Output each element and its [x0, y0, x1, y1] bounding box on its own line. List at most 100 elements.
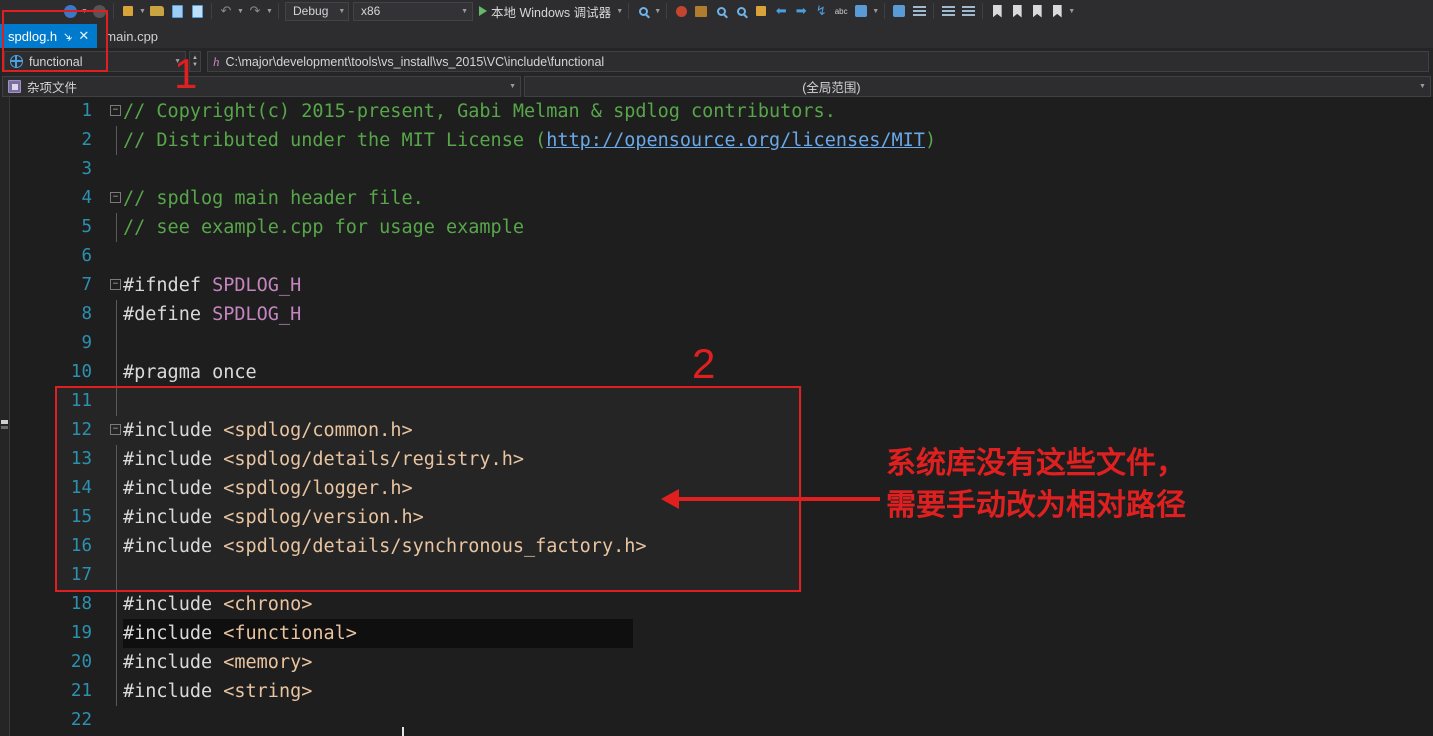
code-text: #ifndef SPDLOG_H [123, 271, 301, 300]
external-window-icon[interactable] [852, 2, 870, 20]
debug-target-icon[interactable] [692, 2, 710, 20]
code-lines-container[interactable]: 1−// Copyright(c) 2015-present, Gabi Mel… [0, 97, 1433, 736]
code-line[interactable]: 9 [0, 329, 1433, 358]
member-scope-combo[interactable]: (全局范围) ▼ [524, 75, 1431, 97]
code-token: <spdlog/details/synchronous_factory.h> [223, 536, 647, 557]
bookmark-icon[interactable] [988, 2, 1006, 20]
annotation-note: 系统库没有这些文件， 需要手动改为相对路径 [886, 446, 1186, 523]
exception-settings-icon[interactable]: ↯ [812, 2, 830, 20]
code-line[interactable]: 5 // see example.cpp for usage example [0, 213, 1433, 242]
code-token: // Copyright(c) 2015-present, Gabi Melma… [123, 101, 836, 122]
code-line[interactable]: 15 #include <spdlog/version.h> [0, 503, 1433, 532]
toolbar-overflow-icon[interactable]: ▼ [1067, 8, 1076, 15]
code-line[interactable]: 12 − #include <spdlog/common.h> [0, 416, 1433, 445]
code-text: #include <spdlog/version.h> [123, 503, 424, 532]
back-navigate-dropdown-icon[interactable]: ▼ [80, 8, 89, 15]
outdent-icon[interactable] [959, 2, 977, 20]
start-debugging-dropdown-icon[interactable]: ▼ [615, 8, 624, 15]
file-path-value: C:\major\development\tools\vs_install\vs… [225, 54, 605, 69]
code-line[interactable]: 18 #include <chrono> [0, 590, 1433, 619]
spell-check-icon[interactable]: abc [832, 2, 850, 20]
prev-bookmark-icon[interactable] [1008, 2, 1026, 20]
code-text: #include <spdlog/logger.h> [123, 474, 413, 503]
save-all-icon[interactable] [188, 2, 206, 20]
code-line[interactable]: 13 #include <spdlog/details/registry.h> [0, 445, 1433, 474]
solution-configuration-combo[interactable]: Debug ▼ [285, 1, 349, 21]
code-line[interactable]: 2 // Distributed under the MIT License (h… [0, 126, 1433, 155]
pin-icon[interactable]: ⇥ [60, 28, 76, 44]
code-token: #define [123, 304, 213, 325]
code-text: #pragma once [123, 358, 257, 387]
clear-bookmarks-icon[interactable] [1048, 2, 1066, 20]
toolbox-icon[interactable] [672, 2, 690, 20]
code-line[interactable]: 11 [0, 387, 1433, 416]
chevron-down-icon: ▼ [1419, 82, 1426, 90]
fold-guide-line [116, 387, 117, 416]
start-debugging-button[interactable]: 本地 Windows 调试器 [475, 2, 615, 21]
undo-dropdown-icon[interactable]: ▼ [236, 8, 245, 15]
forward-navigate-icon[interactable] [90, 2, 108, 20]
fold-collapse-icon[interactable]: − [110, 192, 121, 203]
code-line[interactable]: 3 [0, 155, 1433, 184]
step-forward-icon[interactable]: ➡ [792, 2, 810, 20]
comment-selection-icon[interactable] [890, 2, 908, 20]
file-path-field[interactable]: h C:\major\development\tools\vs_install\… [207, 51, 1429, 72]
code-token[interactable]: http://opensource.org/licenses/MIT [546, 130, 925, 151]
code-line[interactable]: 20 #include <memory> [0, 648, 1433, 677]
line-number: 4 [81, 188, 92, 208]
line-number: 11 [70, 391, 92, 411]
fold-guide-line [116, 648, 117, 677]
code-editor[interactable]: 1−// Copyright(c) 2015-present, Gabi Mel… [0, 97, 1433, 736]
tab-spdlog-h[interactable]: spdlog.h ⇥ ✕ [0, 24, 98, 48]
fold-guide-line [116, 126, 117, 155]
fold-collapse-icon[interactable]: − [110, 424, 121, 435]
uncomment-selection-icon[interactable] [910, 2, 928, 20]
code-line[interactable]: 19 #include <functional> [0, 619, 1433, 648]
line-number: 21 [70, 681, 92, 701]
code-line[interactable]: 10 #pragma once [0, 358, 1433, 387]
code-line[interactable]: 1 −// Copyright(c) 2015-present, Gabi Mel… [0, 97, 1433, 126]
project-selector-combo[interactable]: functional ▼ [4, 51, 186, 72]
fold-guide-line [116, 474, 117, 503]
fold-collapse-icon[interactable]: − [110, 105, 121, 116]
line-number: 5 [81, 217, 92, 237]
attach-process-dropdown-icon[interactable]: ▼ [653, 8, 662, 15]
attach-process-icon[interactable] [634, 2, 652, 20]
code-line[interactable]: 8 #define SPDLOG_H [0, 300, 1433, 329]
code-token: #include [123, 652, 224, 673]
indent-icon[interactable] [939, 2, 957, 20]
code-line[interactable]: 4 −// spdlog main header file. [0, 184, 1433, 213]
more-commands-dropdown-icon[interactable]: ▼ [871, 8, 880, 15]
solution-scope-combo[interactable]: 杂项文件 ▼ [2, 75, 521, 97]
open-file-icon[interactable] [148, 2, 166, 20]
step-back-icon[interactable]: ⬅ [772, 2, 790, 20]
new-project-dropdown-icon[interactable]: ▼ [138, 8, 147, 15]
find-in-files-icon[interactable] [712, 2, 730, 20]
save-file-icon[interactable] [168, 2, 186, 20]
code-line[interactable]: 22 [0, 706, 1433, 735]
code-token: <functional> [223, 623, 357, 644]
code-line[interactable]: 6 [0, 242, 1433, 271]
close-icon[interactable]: ✕ [78, 28, 89, 44]
code-token: // spdlog main header file. [123, 188, 424, 209]
code-token: #include [123, 536, 224, 557]
code-line[interactable]: 21 #include <string> [0, 677, 1433, 706]
next-bookmark-icon[interactable] [1028, 2, 1046, 20]
breakpoint-icon[interactable] [752, 2, 770, 20]
solution-platform-combo[interactable]: x86 ▼ [353, 1, 473, 21]
h-file-icon: h [213, 53, 220, 69]
fold-guide-line [116, 590, 117, 619]
code-line[interactable]: 16 #include <spdlog/details/synchronous_f… [0, 532, 1433, 561]
new-project-icon[interactable] [119, 2, 137, 20]
tab-main-cpp[interactable]: main.cpp [97, 24, 166, 48]
code-line[interactable]: 17 [0, 561, 1433, 590]
back-navigate-icon[interactable] [61, 2, 79, 20]
code-token: #include [123, 594, 224, 615]
undo-icon[interactable]: ↶ [217, 2, 235, 20]
redo-icon[interactable]: ↷ [246, 2, 264, 20]
code-line[interactable]: 7 − #ifndef SPDLOG_H [0, 271, 1433, 300]
solution-configuration-value: Debug [293, 4, 329, 18]
redo-dropdown-icon[interactable]: ▼ [265, 8, 274, 15]
fold-collapse-icon[interactable]: − [110, 279, 121, 290]
quick-find-icon[interactable] [732, 2, 750, 20]
